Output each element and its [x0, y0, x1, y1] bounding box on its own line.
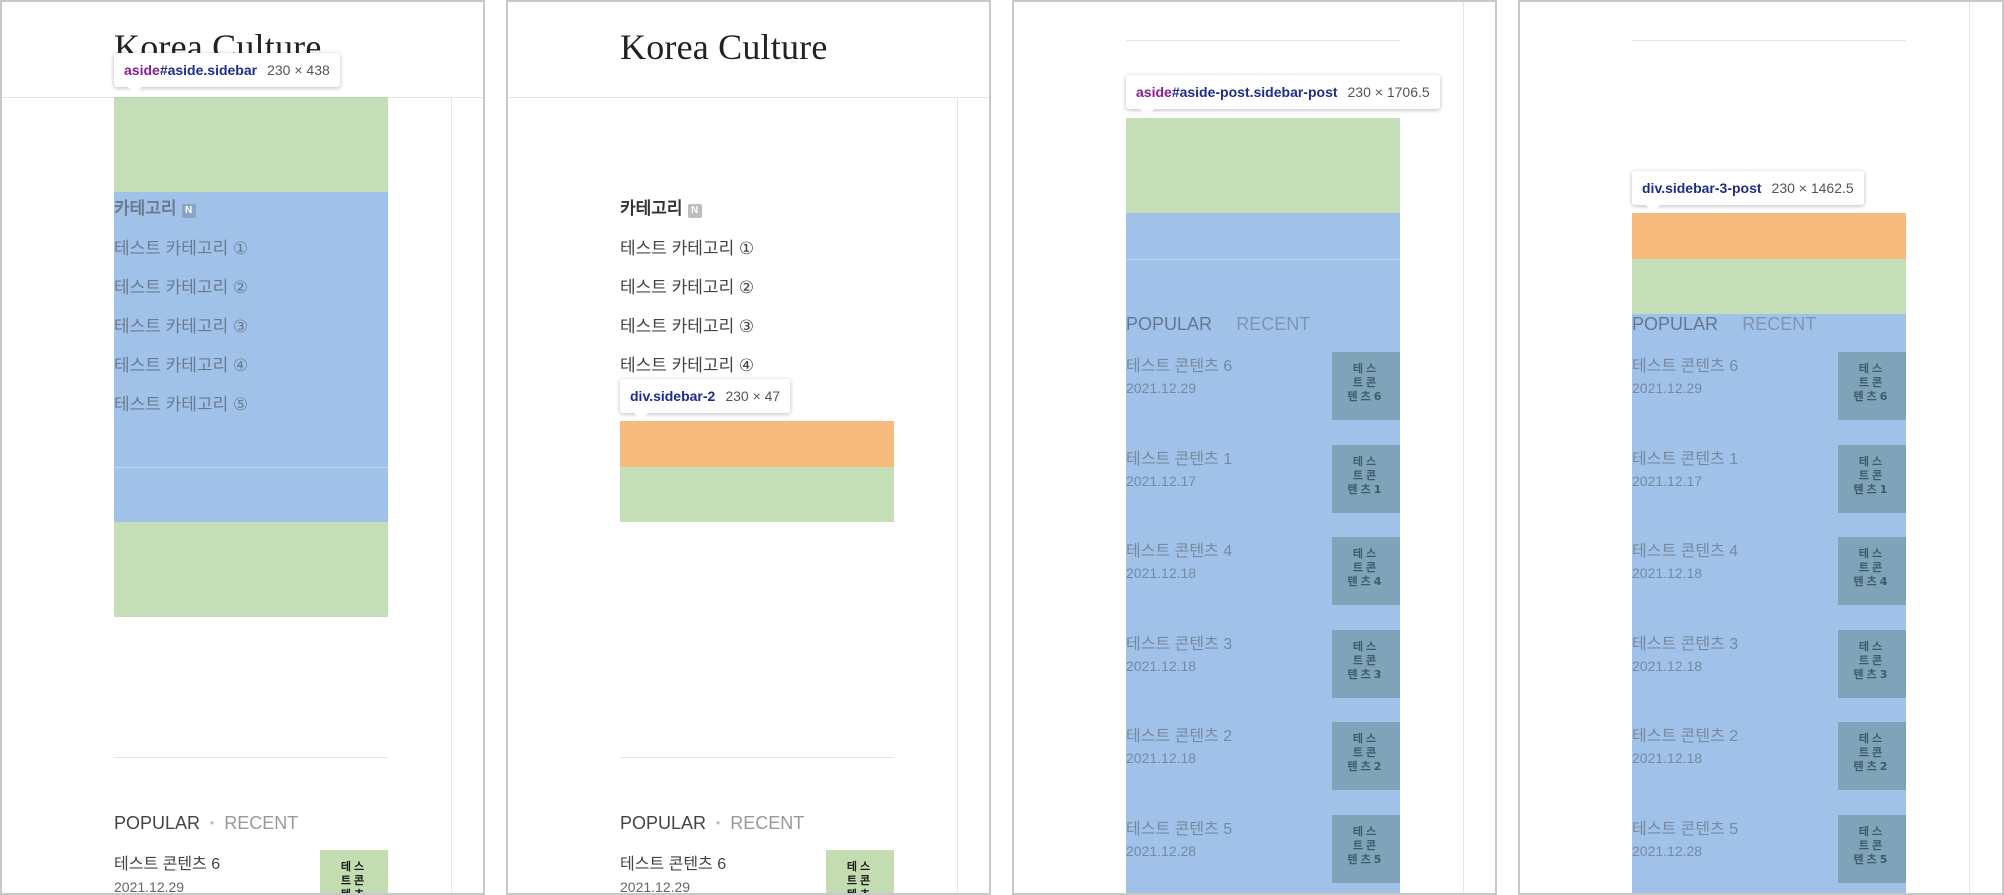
content-divider	[451, 97, 452, 893]
post-thumbnail[interactable]: 테스트콘텐츠1	[1332, 445, 1400, 513]
header-divider	[508, 97, 989, 98]
panel-sidebar-3-post-inspect: POPULAR • RECENT 테스트 콘텐츠 6 2021.12.29 테스트콘…	[1518, 0, 2004, 895]
post-title[interactable]: 테스트 콘텐츠 1	[1632, 445, 1738, 469]
post-title[interactable]: 테스트 콘텐츠 6	[1632, 352, 1738, 376]
category-item[interactable]: 테스트 카테고리 ③	[620, 312, 754, 337]
post-date: 2021.12.18	[1632, 565, 1703, 581]
inner-divider	[114, 467, 388, 468]
tab-popular[interactable]: POPULAR	[620, 813, 706, 833]
post-thumbnail[interactable]: 테스트콘텐츠5	[1838, 815, 1906, 883]
post-thumbnail[interactable]: 테스트콘텐츠1	[1838, 445, 1906, 513]
category-item[interactable]: 테스트 카테고리 ②	[114, 273, 248, 298]
post-thumbnail[interactable]: 테스트콘텐츠4	[1332, 537, 1400, 605]
post-date: 2021.12.17	[1632, 473, 1703, 489]
post-thumbnail[interactable]: 테스트콘텐츠3	[1838, 630, 1906, 698]
post-title[interactable]: 테스트 콘텐츠 2	[1126, 722, 1232, 746]
devtools-tooltip: aside#aside-post.sidebar-post 230 × 1706.…	[1126, 75, 1440, 116]
devtools-tooltip: aside#aside.sidebar 230 × 438	[114, 53, 340, 94]
post-date: 2021.12.29	[620, 879, 691, 895]
section-divider	[114, 757, 388, 758]
overlay-padding	[620, 421, 894, 467]
post-date: 2021.12.29	[114, 879, 185, 895]
top-divider	[1632, 40, 1906, 41]
post-thumbnail[interactable]: 테스트콘텐츠	[826, 850, 894, 893]
post-title[interactable]: 테스트 콘텐츠 5	[1632, 815, 1738, 839]
post-date: 2021.12.18	[1126, 750, 1197, 766]
post-thumbnail[interactable]: 테스트콘텐츠4	[1838, 537, 1906, 605]
post-tabs: POPULAR • RECENT	[1126, 314, 1311, 334]
post-tabs: POPULAR • RECENT	[1632, 314, 1817, 334]
content-divider	[1463, 2, 1464, 893]
post-title[interactable]: 테스트 콘텐츠 3	[1632, 630, 1738, 654]
tab-recent[interactable]: RECENT	[1236, 314, 1310, 334]
post-title[interactable]: 테스트 콘텐츠 4	[1632, 537, 1738, 561]
content-divider	[1969, 2, 1970, 893]
post-date: 2021.12.18	[1126, 565, 1197, 581]
category-item[interactable]: 테스트 카테고리 ④	[620, 351, 754, 376]
category-item[interactable]: 테스트 카테고리 ①	[114, 234, 248, 259]
overlay-margin-bottom	[114, 522, 388, 617]
post-date: 2021.12.29	[1126, 380, 1197, 396]
post-title[interactable]: 테스트 콘텐츠 5	[1126, 815, 1232, 839]
overlay-margin	[620, 467, 894, 522]
post-date: 2021.12.17	[1126, 473, 1197, 489]
panel-sidebar-2-inspect: Korea Culture 카테고리 N 테스트 카테고리 ① 테스트 카테고리 …	[506, 0, 991, 895]
post-date: 2021.12.18	[1126, 658, 1197, 674]
post-tabs: POPULAR • RECENT	[620, 813, 805, 833]
new-badge: N	[181, 204, 196, 218]
post-thumbnail[interactable]: 테스트콘텐츠3	[1332, 630, 1400, 698]
category-heading[interactable]: 카테고리 N	[620, 194, 702, 219]
post-tabs: POPULAR • RECENT	[114, 813, 299, 833]
post-thumbnail[interactable]: 테스트콘텐츠6	[1332, 352, 1400, 420]
post-date: 2021.12.29	[1632, 380, 1703, 396]
post-thumbnail[interactable]: 테스트콘텐츠2	[1838, 722, 1906, 790]
tab-recent[interactable]: RECENT	[730, 813, 804, 833]
post-thumbnail[interactable]: 테스트콘텐츠	[320, 850, 388, 893]
overlay-padding	[1632, 213, 1906, 259]
category-item[interactable]: 테스트 카테고리 ③	[114, 312, 248, 337]
tab-recent[interactable]: RECENT	[1742, 314, 1816, 334]
panel-sidebar-post-inspect: POPULAR • RECENT 테스트 콘텐츠 6 2021.12.29 테스트콘…	[1012, 0, 1497, 895]
devtools-tooltip: div.sidebar-3-post 230 × 1462.5	[1632, 171, 1864, 212]
post-thumbnail[interactable]: 테스트콘텐츠6	[1838, 352, 1906, 420]
top-divider	[1126, 40, 1400, 41]
category-item[interactable]: 테스트 카테고리 ⑤	[114, 390, 248, 415]
tab-recent[interactable]: RECENT	[224, 813, 298, 833]
content-divider	[957, 97, 958, 893]
post-title[interactable]: 테스트 콘텐츠 6	[114, 850, 220, 874]
overlay-margin-top	[1126, 118, 1400, 213]
category-item[interactable]: 테스트 카테고리 ④	[114, 351, 248, 376]
post-thumbnail[interactable]: 테스트콘텐츠2	[1332, 722, 1400, 790]
post-thumbnail[interactable]: 테스트콘텐츠5	[1332, 815, 1400, 883]
post-title[interactable]: 테스트 콘텐츠 2	[1632, 722, 1738, 746]
category-item[interactable]: 테스트 카테고리 ②	[620, 273, 754, 298]
category-item[interactable]: 테스트 카테고리 ①	[620, 234, 754, 259]
category-heading[interactable]: 카테고리 N	[114, 194, 196, 219]
post-date: 2021.12.28	[1126, 843, 1197, 859]
new-badge: N	[687, 204, 702, 218]
tab-popular[interactable]: POPULAR	[1632, 314, 1718, 334]
post-title[interactable]: 테스트 콘텐츠 6	[620, 850, 726, 874]
tab-popular[interactable]: POPULAR	[114, 813, 200, 833]
post-date: 2021.12.28	[1632, 843, 1703, 859]
post-title[interactable]: 테스트 콘텐츠 1	[1126, 445, 1232, 469]
devtools-tooltip: div.sidebar-2 230 × 47	[620, 379, 791, 420]
post-date: 2021.12.18	[1632, 658, 1703, 674]
overlay-margin-top	[114, 97, 388, 192]
site-title[interactable]: Korea Culture	[620, 26, 828, 68]
section-divider	[620, 757, 894, 758]
tab-popular[interactable]: POPULAR	[1126, 314, 1212, 334]
inner-divider	[1126, 259, 1400, 260]
panel-sidebar-inspect: Korea Culture 카테고리 N 테스트 카테고리 ① 테스트 카테고리 …	[0, 0, 485, 895]
overlay-margin	[1632, 259, 1906, 314]
post-title[interactable]: 테스트 콘텐츠 4	[1126, 537, 1232, 561]
post-title[interactable]: 테스트 콘텐츠 6	[1126, 352, 1232, 376]
post-title[interactable]: 테스트 콘텐츠 3	[1126, 630, 1232, 654]
post-date: 2021.12.18	[1632, 750, 1703, 766]
